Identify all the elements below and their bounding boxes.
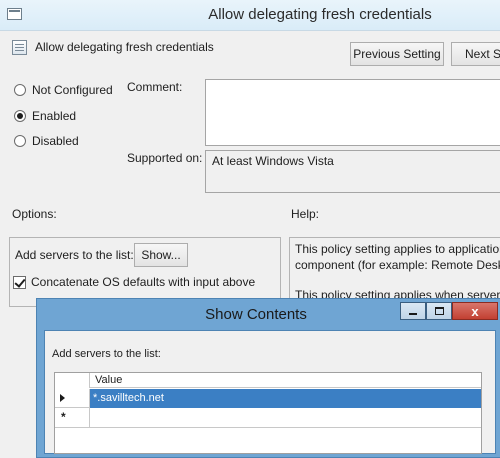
minimize-button[interactable] (400, 302, 426, 320)
new-row-marker: * (61, 410, 66, 424)
comment-field[interactable] (205, 79, 500, 146)
checkbox-icon[interactable] (13, 275, 26, 289)
radio-icon[interactable] (14, 110, 26, 122)
previous-setting-button[interactable]: Previous Setting (350, 42, 444, 66)
radio-not-configured[interactable]: Not Configured (14, 83, 113, 97)
dialog-list-label: Add servers to the list: (52, 348, 161, 360)
next-setting-button[interactable]: Next Se (451, 42, 500, 66)
concatenate-checkbox-row[interactable]: Concatenate OS defaults with input above (13, 275, 255, 289)
radio-label: Enabled (32, 109, 77, 123)
radio-icon[interactable] (14, 135, 26, 147)
table-cell-value[interactable]: *.savilltech.net (93, 392, 164, 404)
supported-on-field: At least Windows Vista (205, 150, 500, 193)
policy-setting-icon (12, 40, 27, 55)
column-header-value[interactable]: Value (95, 374, 122, 386)
help-text-line: This policy setting applies to applicati… (295, 242, 500, 256)
show-button[interactable]: Show... (134, 243, 188, 267)
add-servers-label: Add servers to the list: (15, 248, 134, 262)
help-label: Help: (291, 207, 320, 221)
radio-label: Not Configured (32, 83, 113, 97)
concatenate-label: Concatenate OS defaults with input above (31, 275, 256, 289)
supported-on-label: Supported on: (127, 151, 203, 165)
grid-corner (55, 373, 90, 388)
maximize-button[interactable] (426, 302, 452, 320)
help-text-line: component (for example: Remote Desktop (295, 258, 500, 272)
help-panel: This policy setting applies to applicati… (289, 237, 500, 307)
policy-name: Allow delegating fresh credentials (35, 40, 214, 54)
close-button[interactable]: x (452, 302, 498, 320)
maximize-icon (434, 307, 444, 315)
comment-label: Comment: (127, 80, 183, 94)
new-row-cell[interactable] (90, 408, 481, 428)
radio-label: Disabled (32, 134, 79, 148)
minimize-icon (409, 313, 417, 315)
close-icon: x (471, 303, 479, 319)
radio-enabled[interactable]: Enabled (14, 109, 76, 123)
window-title: Allow delegating fresh credentials (208, 6, 432, 23)
radio-icon[interactable] (14, 84, 26, 96)
options-label: Options: (12, 207, 57, 221)
row-selector-arrow-icon[interactable] (55, 389, 90, 408)
radio-disabled[interactable]: Disabled (14, 134, 79, 148)
